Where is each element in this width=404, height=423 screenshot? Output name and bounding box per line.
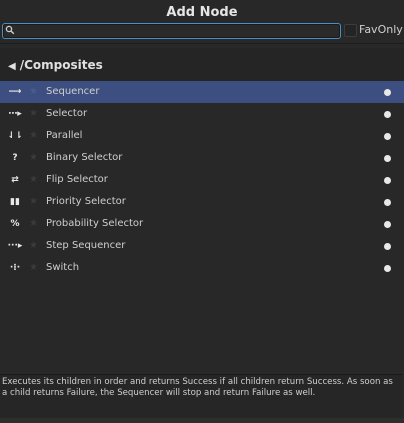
step-sequencer-icon: ···▸ — [7, 241, 23, 251]
status-dot-icon — [384, 265, 391, 272]
divider — [0, 43, 404, 44]
status-dot-icon — [384, 243, 391, 250]
status-dot-icon — [384, 111, 391, 118]
node-row-selector[interactable]: ⋯▸ ★ Selector — [0, 103, 404, 125]
node-row-sequencer[interactable]: ⟶ ★ Sequencer — [0, 81, 404, 103]
sequencer-arrow-icon: ⟶ — [8, 87, 22, 97]
favorite-star-icon[interactable]: ★ — [29, 81, 38, 103]
back-arrow-icon[interactable]: ◀ — [8, 50, 16, 84]
node-row-switch[interactable]: ·⁝· ★ Switch — [0, 257, 404, 279]
favorite-star-icon[interactable]: ★ — [29, 257, 38, 279]
node-label: Binary Selector — [46, 152, 123, 163]
node-row-parallel[interactable]: ⇃⇂ ★ Parallel — [0, 125, 404, 147]
bottom-edge — [0, 418, 404, 423]
node-list: ⟶ ★ Sequencer ⋯▸ ★ Selector ⇃⇂ ★ Parallel? ★ Binar… — [0, 81, 404, 279]
node-description: Executes its children in order and retur… — [0, 374, 402, 418]
fav-only-checkbox[interactable] — [344, 24, 357, 37]
window-title: Add Node — [166, 5, 238, 20]
category-path: /Composites — [19, 58, 103, 72]
probability-selector-icon: % — [10, 219, 20, 229]
node-row-step-sequencer[interactable]: ···▸ ★ Step Sequencer — [0, 235, 404, 257]
fav-only-label: FavOnly — [359, 23, 403, 36]
status-dot-icon — [384, 89, 391, 96]
favorite-star-icon[interactable]: ★ — [29, 235, 38, 257]
selector-icon: ⋯▸ — [8, 109, 22, 119]
node-label: Flip Selector — [46, 174, 108, 185]
status-dot-icon — [384, 133, 391, 140]
favorite-star-icon[interactable]: ★ — [29, 125, 38, 147]
favorite-star-icon[interactable]: ★ — [29, 191, 38, 213]
favorite-star-icon[interactable]: ★ — [29, 103, 38, 125]
search-row: FavOnly — [0, 23, 404, 43]
favorite-star-icon[interactable]: ★ — [29, 169, 38, 191]
switch-icon: ·⁝· — [9, 263, 21, 273]
category-header[interactable]: ◀/Composites — [0, 48, 404, 82]
favorite-star-icon[interactable]: ★ — [29, 147, 38, 169]
status-dot-icon — [384, 177, 391, 184]
node-label: Parallel — [46, 130, 83, 141]
flip-selector-icon: ⇄ — [11, 175, 19, 185]
node-row-probability-selector[interactable]: % ★ Probability Selector — [0, 213, 404, 235]
node-label: Sequencer — [46, 86, 100, 97]
status-dot-icon — [384, 221, 391, 228]
binary-selector-icon: ? — [12, 153, 18, 163]
node-row-priority-selector[interactable]: ▮▮ ★ Priority Selector — [0, 191, 404, 213]
node-label: Switch — [46, 262, 80, 273]
favorite-star-icon[interactable]: ★ — [29, 213, 38, 235]
search-icon — [5, 25, 15, 35]
status-dot-icon — [384, 155, 391, 162]
parallel-icon: ⇃⇂ — [7, 131, 23, 141]
node-label: Step Sequencer — [46, 240, 126, 251]
node-row-flip-selector[interactable]: ⇄ ★ Flip Selector — [0, 169, 404, 191]
status-dot-icon — [384, 199, 391, 206]
search-box[interactable] — [2, 23, 341, 39]
priority-selector-icon: ▮▮ — [10, 197, 20, 207]
node-row-binary-selector[interactable]: ? ★ Binary Selector — [0, 147, 404, 169]
node-label: Probability Selector — [46, 218, 144, 229]
add-node-window: Add Node FavOnly ◀/Composites ⟶ ★ Sequence… — [0, 0, 404, 423]
search-input[interactable] — [17, 24, 337, 38]
node-label: Selector — [46, 108, 88, 119]
node-label: Priority Selector — [46, 196, 126, 207]
